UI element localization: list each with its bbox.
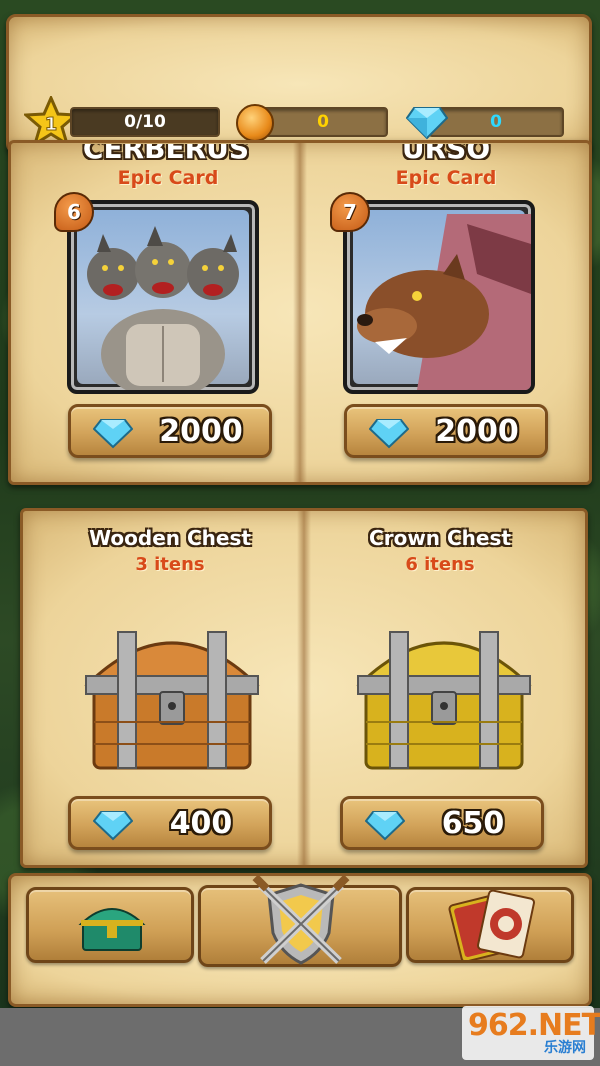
- watermark-logo: 962.NET 乐游网: [462, 1006, 600, 1060]
- chest-item-count: 3 itens: [135, 554, 205, 575]
- cerberus-portrait-icon: [87, 226, 239, 390]
- tab-shop[interactable]: [26, 887, 194, 963]
- chest-slot-wooden: Wooden Chest 3 itens: [60, 526, 280, 575]
- tab-cards[interactable]: [406, 887, 574, 963]
- treasure-chest-icon: [78, 908, 146, 951]
- chest-price: 650: [441, 805, 505, 841]
- card-cerberus[interactable]: [67, 200, 259, 394]
- crossed-swords-shield-icon: [252, 874, 350, 965]
- buy-wooden-chest-button[interactable]: 400: [68, 796, 272, 850]
- card-rarity-label: Epic Card: [395, 167, 497, 189]
- watermark-sub: 乐游网: [544, 1040, 586, 1056]
- card-price: 2000: [159, 413, 243, 449]
- buy-card-cerberus-button[interactable]: 2000: [68, 404, 272, 458]
- gem-amount: 0: [490, 112, 502, 132]
- card-cost-badge: 6: [54, 192, 94, 232]
- card-cost-badge: 7: [330, 192, 370, 232]
- gem-icon: [406, 107, 448, 140]
- card-rarity-label: Epic Card: [117, 167, 219, 189]
- card-name-urso: URSO: [336, 144, 556, 160]
- card-price: 2000: [435, 413, 519, 449]
- buy-card-urso-button[interactable]: 2000: [344, 404, 548, 458]
- xp-progress-bar: 0/10: [70, 107, 220, 137]
- chest-title: Wooden Chest: [89, 526, 251, 550]
- gem-icon: [93, 811, 133, 841]
- gold-coin-icon: [236, 104, 274, 142]
- gold-counter: 0: [258, 107, 388, 137]
- tab-battle[interactable]: [198, 874, 402, 967]
- chest-price: 400: [169, 805, 233, 841]
- chest-slot-crown: Crown Chest 6 itens: [330, 526, 550, 575]
- buy-crown-chest-button[interactable]: 650: [340, 796, 544, 850]
- gem-icon: [369, 419, 409, 449]
- gem-icon: [365, 811, 405, 841]
- wooden-chest-icon[interactable]: [74, 612, 270, 772]
- chest-item-count: 6 itens: [405, 554, 475, 575]
- gem-counter: 0: [428, 107, 564, 137]
- crown-chest-icon[interactable]: [346, 612, 542, 772]
- bear-warrior-portrait-icon: [357, 214, 531, 390]
- gold-amount: 0: [317, 112, 329, 132]
- xp-progress-text: 0/10: [124, 112, 166, 132]
- level-number: 1: [45, 114, 58, 135]
- chest-title: Crown Chest: [369, 526, 511, 550]
- card-name-cerberus: CERBERUS: [56, 144, 276, 160]
- card-urso[interactable]: [343, 200, 535, 394]
- gem-icon: [93, 419, 133, 449]
- card-deck-icon: [448, 890, 535, 960]
